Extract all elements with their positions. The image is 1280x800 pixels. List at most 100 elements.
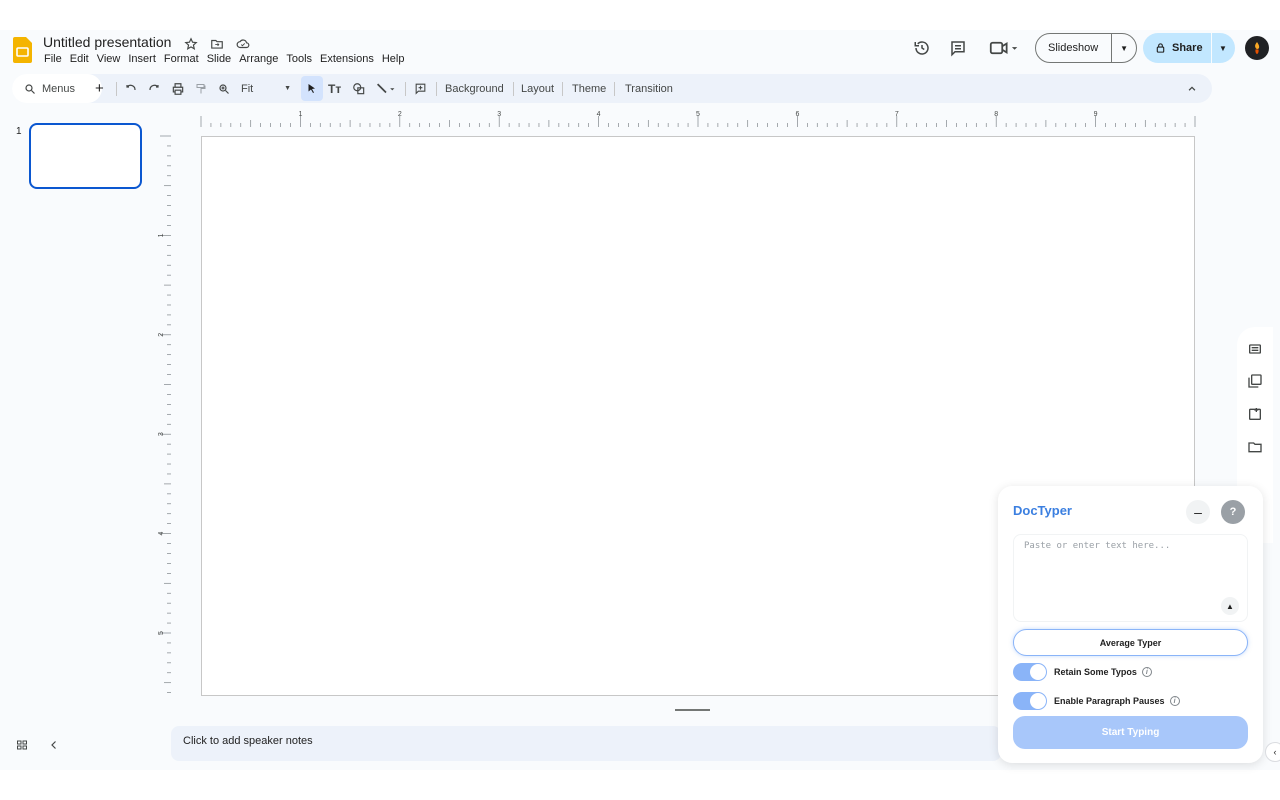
slideshow-dropdown-icon[interactable]: ▼ — [1112, 44, 1136, 53]
add-comment-icon[interactable] — [414, 74, 427, 103]
ruler-label: 2 — [398, 111, 402, 118]
ruler-label: 2 — [158, 333, 165, 337]
menu-help[interactable]: Help — [382, 53, 409, 65]
slides-library-icon[interactable] — [1247, 373, 1263, 389]
slideshow-button[interactable]: Slideshow — [1036, 42, 1111, 54]
zoom-select[interactable]: Fit ▼ — [241, 74, 291, 103]
menu-extensions[interactable]: Extensions — [320, 53, 378, 65]
retain-typos-row: Retain Some Typos i — [1013, 662, 1152, 682]
chevron-up-icon[interactable]: ▲ — [1221, 597, 1239, 615]
info-icon[interactable]: i — [1141, 667, 1152, 677]
collapse-toolbar-icon[interactable] — [1187, 74, 1197, 103]
top-bar: Untitled presentation File Edit View Ins… — [0, 30, 1280, 74]
comments-icon[interactable] — [944, 34, 972, 62]
paragraph-pauses-row: Enable Paragraph Pauses i — [1013, 691, 1180, 711]
doctyper-panel: DocTyper – ? ▲ Average Typer Retain Some… — [998, 486, 1263, 763]
menu-arrange[interactable]: Arrange — [239, 53, 282, 65]
ruler-label: 4 — [158, 532, 165, 536]
transition-button[interactable]: Transition — [625, 74, 673, 103]
menu-bar: File Edit View Insert Format Slide Arran… — [44, 53, 412, 65]
ruler-label: 1 — [158, 233, 165, 237]
select-cursor-icon[interactable] — [306, 74, 318, 103]
ruler-label: 9 — [1094, 111, 1098, 118]
typer-mode-select[interactable]: Average Typer — [1013, 629, 1248, 656]
retain-typos-toggle[interactable] — [1013, 663, 1047, 681]
info-icon[interactable]: i — [1169, 696, 1180, 706]
help-icon[interactable]: ? — [1221, 500, 1245, 524]
text-box-icon[interactable]: Tт — [328, 74, 341, 103]
menu-slide[interactable]: Slide — [207, 53, 235, 65]
menu-edit[interactable]: Edit — [70, 53, 93, 65]
chevron-down-icon: ▼ — [284, 85, 291, 92]
divider — [614, 82, 615, 96]
paragraph-pauses-label: Enable Paragraph Pauses — [1054, 696, 1165, 706]
share-button[interactable]: Share — [1143, 42, 1211, 54]
menu-format[interactable]: Format — [164, 53, 203, 65]
menu-view[interactable]: View — [97, 53, 125, 65]
star-icon[interactable] — [181, 35, 201, 53]
divider — [513, 82, 514, 96]
menu-tools[interactable]: Tools — [286, 53, 316, 65]
divider — [405, 82, 406, 96]
start-typing-button[interactable]: Start Typing — [1013, 716, 1248, 749]
slideshow-button-group: Slideshow ▼ — [1035, 33, 1137, 63]
divider — [436, 82, 437, 96]
minimize-button[interactable]: – — [1186, 500, 1210, 524]
horizontal-ruler: 1 2 3 4 5 6 7 8 9 — [171, 108, 1212, 128]
avatar[interactable] — [1245, 36, 1269, 60]
move-folder-icon[interactable] — [207, 35, 227, 53]
insert-image-icon[interactable] — [1247, 406, 1263, 422]
collapse-side-panel-icon[interactable]: ‹ — [1265, 742, 1280, 762]
meet-video-icon[interactable] — [986, 34, 1022, 62]
cloud-status-icon[interactable] — [233, 35, 253, 53]
share-dropdown-icon[interactable]: ▼ — [1212, 44, 1234, 53]
version-history-icon[interactable] — [908, 34, 936, 62]
speaker-notes-placeholder: Click to add speaker notes — [183, 735, 313, 747]
paragraph-pauses-toggle[interactable] — [1013, 692, 1047, 710]
slide-thumbnail[interactable] — [29, 123, 142, 189]
redo-icon[interactable] — [148, 74, 160, 103]
background-button[interactable]: Background — [445, 74, 504, 103]
ruler-label: 4 — [597, 111, 601, 118]
menu-insert[interactable]: Insert — [128, 53, 160, 65]
ruler-label: 8 — [994, 111, 998, 118]
text-input[interactable] — [1013, 534, 1248, 622]
divider — [116, 82, 117, 96]
document-title[interactable]: Untitled presentation — [43, 34, 171, 50]
share-label: Share — [1172, 42, 1203, 54]
line-icon[interactable] — [375, 74, 397, 103]
search-icon — [25, 83, 35, 94]
print-icon[interactable] — [171, 74, 185, 103]
collapse-filmstrip-icon[interactable] — [48, 738, 60, 756]
ruler-label: 3 — [158, 432, 165, 436]
slide-number: 1 — [16, 126, 22, 137]
theme-button[interactable]: Theme — [572, 74, 606, 103]
paint-format-icon[interactable] — [195, 74, 207, 103]
ruler-label: 5 — [696, 111, 700, 118]
undo-icon[interactable] — [125, 74, 137, 103]
ruler-label: 6 — [795, 111, 799, 118]
doctyper-title: DocTyper — [1013, 503, 1072, 518]
retain-typos-label: Retain Some Typos — [1054, 667, 1137, 677]
shape-icon[interactable] — [352, 74, 366, 103]
slides-app: Untitled presentation File Edit View Ins… — [0, 30, 1280, 770]
divider — [562, 82, 563, 96]
ruler-label: 3 — [497, 111, 501, 118]
grid-view-icon[interactable] — [16, 738, 28, 756]
zoom-value: Fit — [241, 82, 254, 95]
search-menus-button[interactable]: Menus — [12, 74, 102, 103]
menu-file[interactable]: File — [44, 53, 66, 65]
zoom-icon[interactable] — [218, 74, 230, 103]
ruler-label: 5 — [158, 631, 165, 635]
folder-icon[interactable] — [1247, 439, 1263, 455]
toolbar: Menus + Fit ▼ Tт Background Layout Theme… — [12, 74, 1212, 103]
speaker-notes[interactable]: Click to add speaker notes — [171, 726, 1001, 761]
layout-button[interactable]: Layout — [521, 74, 554, 103]
vertical-ruler: 1 2 3 4 5 — [152, 128, 172, 728]
new-slide-icon[interactable]: + — [95, 74, 104, 103]
share-button-group: Share ▼ — [1143, 33, 1235, 63]
slides-logo-icon[interactable] — [13, 37, 32, 63]
notes-resize-handle[interactable] — [675, 709, 710, 711]
lock-icon — [1156, 43, 1165, 53]
keep-notes-icon[interactable] — [1247, 341, 1263, 357]
